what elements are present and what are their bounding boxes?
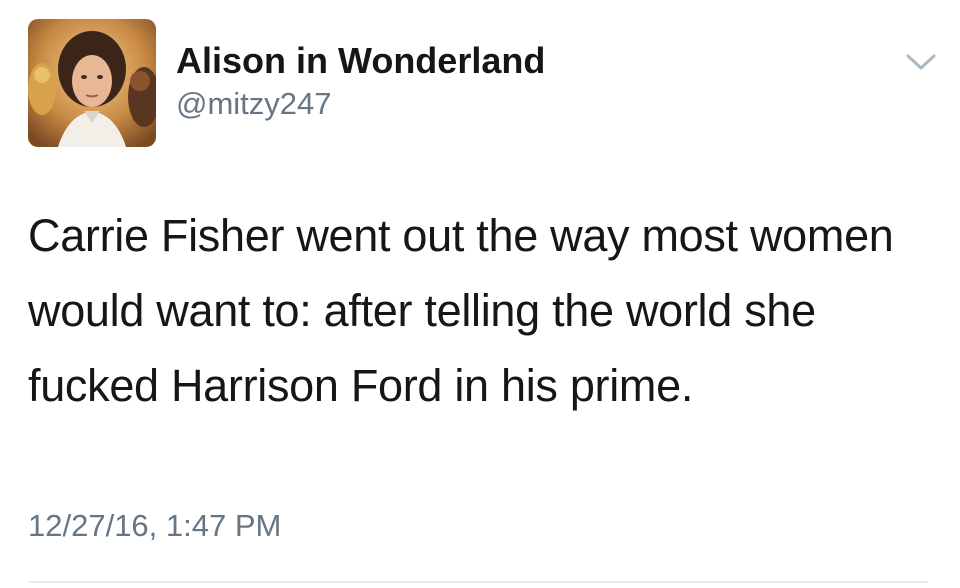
divider xyxy=(28,581,928,583)
display-name[interactable]: Alison in Wonderland xyxy=(176,40,545,82)
tweet-text: Carrie Fisher went out the way most wome… xyxy=(28,210,894,411)
user-handle[interactable]: @mitzy247 xyxy=(176,86,332,122)
tweet: Alison in Wonderland @mitzy247 Carrie Fi… xyxy=(0,0,960,588)
chevron-down-icon[interactable] xyxy=(904,50,938,74)
avatar[interactable] xyxy=(28,19,156,147)
avatar-illustration-icon xyxy=(28,19,156,147)
tweet-timestamp[interactable]: 12/27/16, 1:47 PM xyxy=(28,508,281,544)
